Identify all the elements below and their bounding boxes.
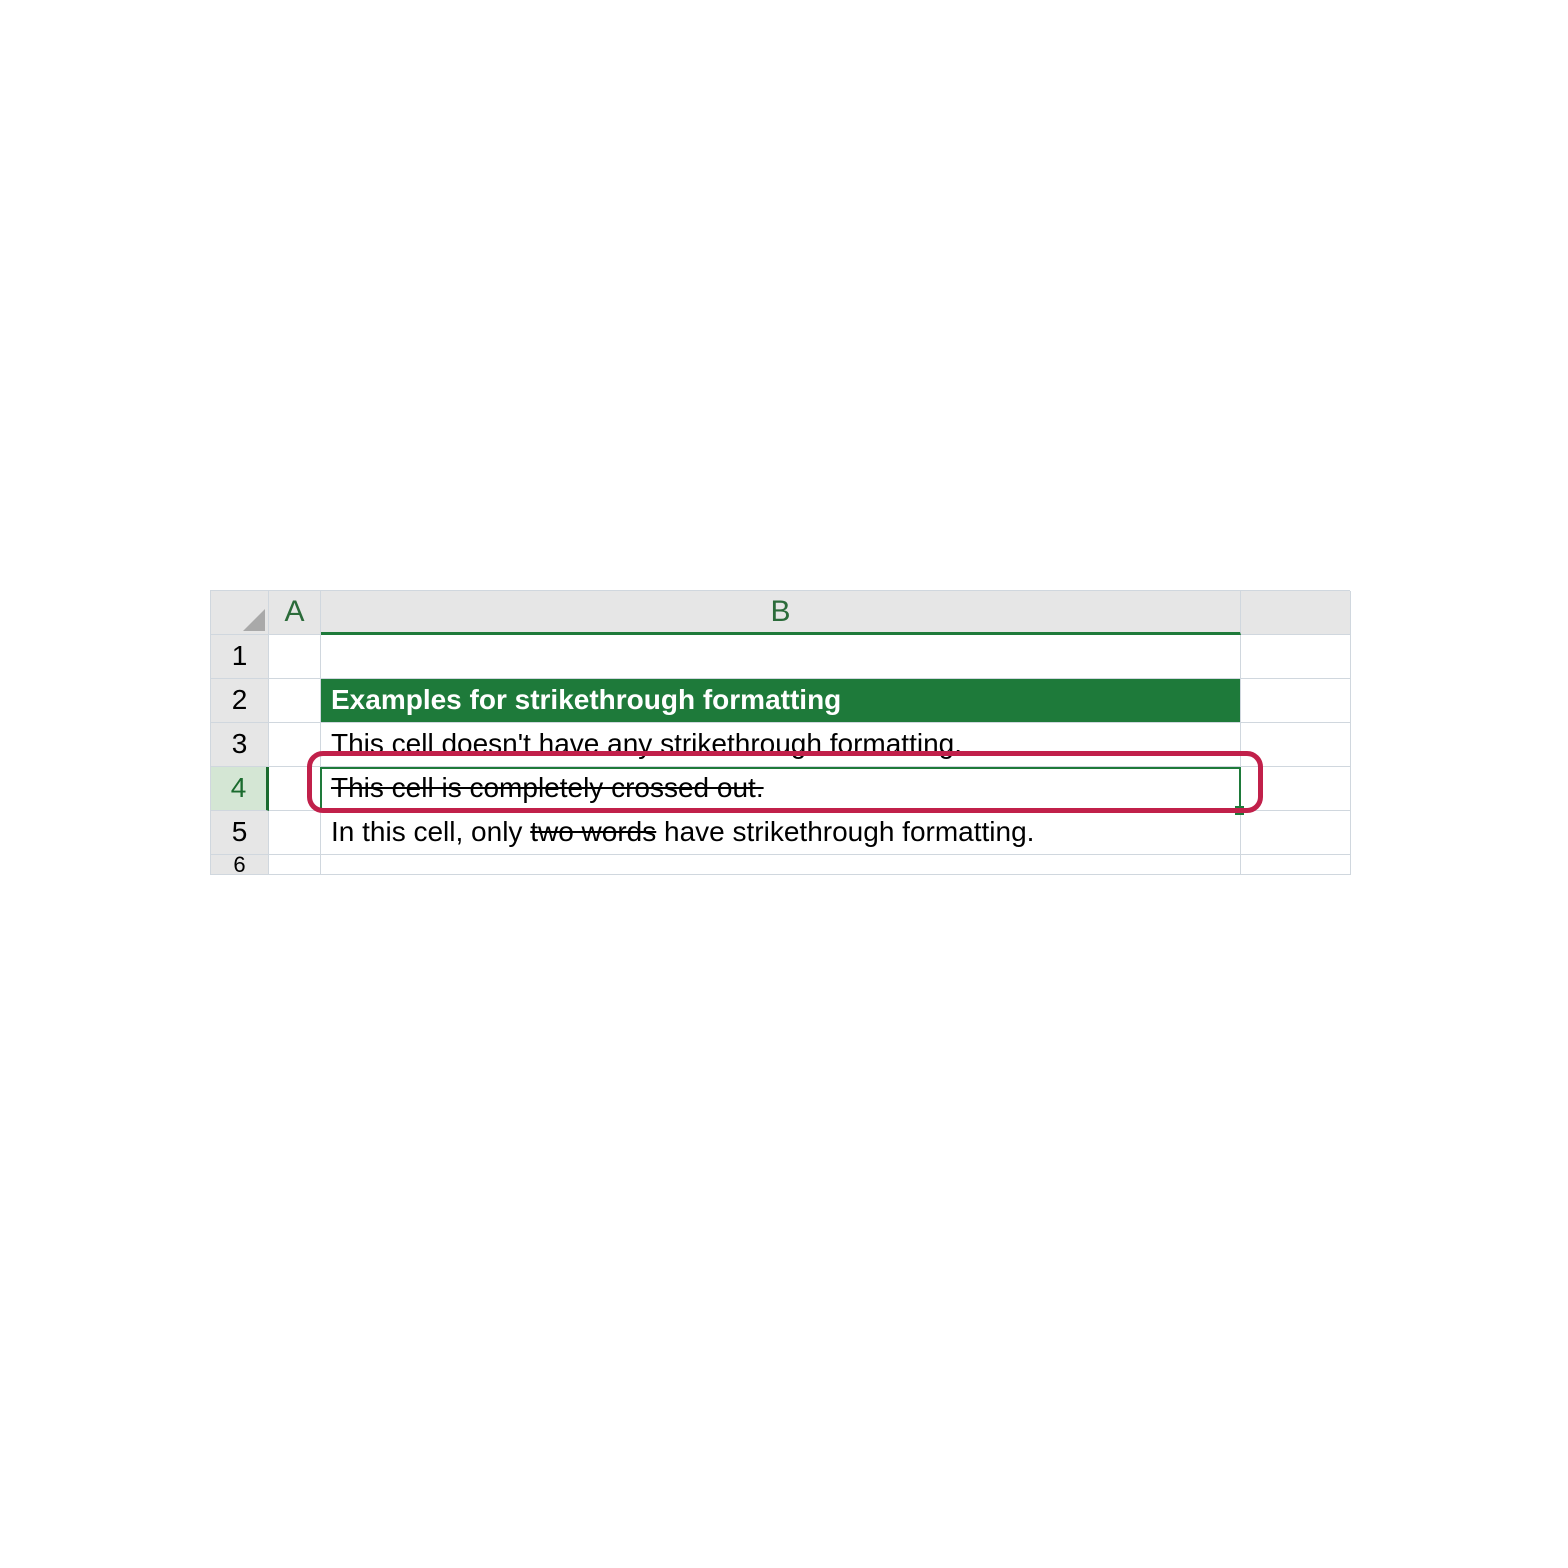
cell-b6[interactable] [321,855,1241,875]
cell-b5[interactable]: In this cell, only two words have strike… [321,811,1241,855]
row-1: 1 [211,635,1350,679]
cell-a3[interactable] [269,723,321,767]
select-all-triangle-icon [243,609,265,631]
row-header-2[interactable]: 2 [211,679,269,723]
cell-a6[interactable] [269,855,321,875]
cell-a4[interactable] [269,767,321,811]
row-header-5[interactable]: 5 [211,811,269,855]
row-header-1[interactable]: 1 [211,635,269,679]
cell-c1[interactable] [1241,635,1351,679]
row-header-4[interactable]: 4 [211,767,269,811]
column-header-c[interactable] [1241,591,1351,635]
cell-a2[interactable] [269,679,321,723]
row-6: 6 [211,855,1350,875]
spreadsheet-viewport: A B 1 2 Examples for strikethrough forma… [210,590,1350,875]
cell-b5-text-post: have strikethrough formatting. [656,816,1034,847]
cell-b5-text-strike: two words [530,816,656,847]
cell-b2[interactable]: Examples for strikethrough formatting [321,679,1241,723]
column-header-row: A B [211,591,1350,635]
cell-a5[interactable] [269,811,321,855]
cell-b3[interactable]: This cell doesn't have any strikethrough… [321,723,1241,767]
row-2: 2 Examples for strikethrough formatting [211,679,1350,723]
cell-c5[interactable] [1241,811,1351,855]
cell-c4[interactable] [1241,767,1351,811]
row-5: 5 In this cell, only two words have stri… [211,811,1350,855]
cell-b4[interactable]: This cell is completely crossed out. [321,767,1241,811]
spreadsheet-grid[interactable]: A B 1 2 Examples for strikethrough forma… [210,590,1350,875]
cell-c2[interactable] [1241,679,1351,723]
column-header-a[interactable]: A [269,591,321,635]
row-header-3[interactable]: 3 [211,723,269,767]
cell-b1[interactable] [321,635,1241,679]
cell-c6[interactable] [1241,855,1351,875]
row-header-6[interactable]: 6 [211,855,269,875]
cell-c3[interactable] [1241,723,1351,767]
column-header-b[interactable]: B [321,591,1241,635]
row-4: 4 This cell is completely crossed out. [211,767,1350,811]
cell-b5-text-pre: In this cell, only [331,816,530,847]
cell-a1[interactable] [269,635,321,679]
select-all-corner[interactable] [211,591,269,635]
row-3: 3 This cell doesn't have any strikethrou… [211,723,1350,767]
